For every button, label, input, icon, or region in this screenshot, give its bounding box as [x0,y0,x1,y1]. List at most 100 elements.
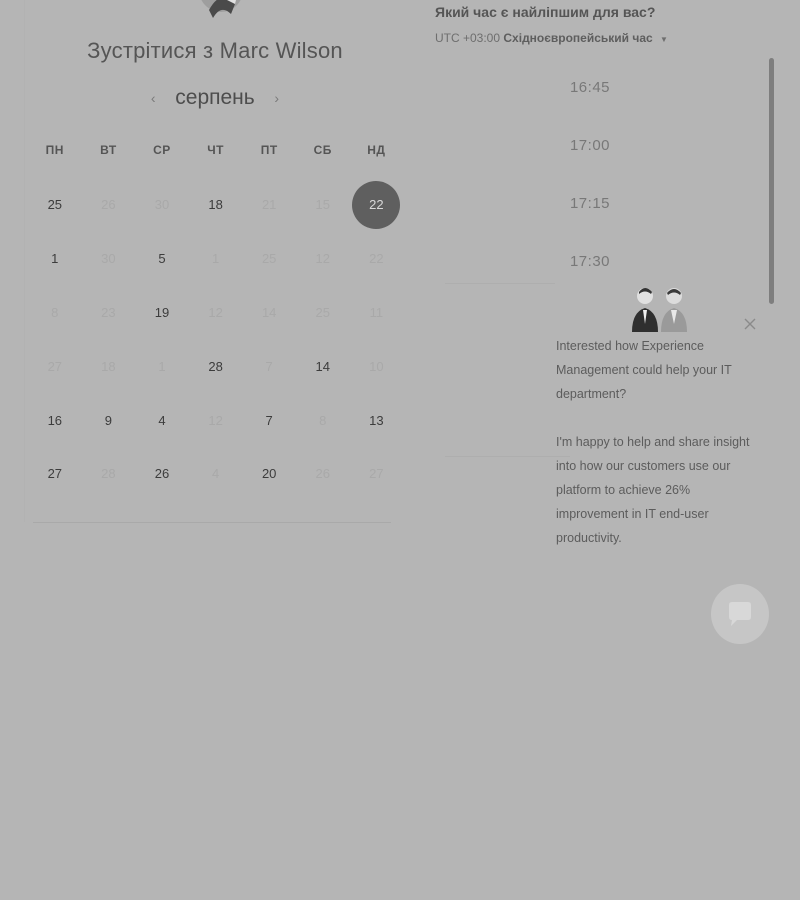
timezone-selector[interactable]: UTC +03:00 Східноєвропейський час ▼ [435,31,668,45]
month-label: серпень [175,86,255,109]
calendar-day: 27 [28,339,82,393]
host-avatar [201,0,241,18]
timezone-offset: UTC +03:00 [435,31,501,45]
calendar-day-selected[interactable]: 22 [350,178,404,232]
day-number: 15 [315,197,330,213]
calendar-day: 18 [82,339,136,393]
prev-month-icon[interactable]: ‹ [143,90,163,106]
day-number: 22 [352,180,401,229]
day-number: 19 [154,304,170,320]
day-number: 26 [154,466,170,482]
day-number: 8 [51,304,59,320]
calendar-day: 11 [350,286,404,340]
calendar-day: 12 [189,286,243,340]
calendar-day: 25 [296,286,350,340]
calendar-day: 21 [242,178,296,232]
chat-paragraph: I'm happy to help and share insight into… [556,435,750,545]
calendar-day: 7 [242,339,296,393]
caret-down-icon: ▼ [660,35,668,44]
calendar-day[interactable]: 7 [242,393,296,447]
weekday-label: СБ [313,143,332,157]
calendar-day: 30 [135,178,189,232]
weekday-label: ПН [45,143,64,157]
day-number: 18 [101,358,116,374]
day-number: 26 [315,466,330,482]
calendar-day[interactable]: 4 [135,393,189,447]
day-number: 1 [51,251,59,267]
calendar-day: 26 [82,178,136,232]
day-number: 20 [261,466,277,482]
day-number: 8 [319,412,327,428]
calendar-day: 28 [82,447,136,501]
time-slot[interactable]: 16:45 [445,58,735,116]
calendar-day: 27 [350,447,404,501]
calendar-day: 15 [296,178,350,232]
calendar-day[interactable]: 27 [28,447,82,501]
day-number: 12 [315,251,330,267]
chat-message: Interested how Experience Management cou… [556,334,761,550]
day-number: 4 [158,412,166,428]
weekday-header: ПН ВТ СР ЧТ ПТ СБ НД [28,143,403,157]
close-icon[interactable] [742,316,758,332]
day-number: 27 [47,358,63,374]
chat-launcher-button[interactable] [711,584,769,644]
day-number: 25 [261,251,277,267]
calendar-day[interactable]: 25 [28,178,82,232]
day-number: 22 [369,251,384,267]
weekday-label: НД [367,143,386,157]
calendar-day: 22 [350,232,404,286]
day-number: 26 [101,197,116,213]
calendar-day[interactable]: 13 [350,393,404,447]
weekday-label: СР [153,143,171,157]
calendar-grid: 25 26 30 18 21 15 22 1 30 5 1 25 12 22 8 23 19 12 14 25 11 27… [28,178,403,501]
weekday-label: ПТ [260,143,278,157]
calendar-day[interactable]: 19 [135,286,189,340]
day-number: 7 [265,358,273,374]
day-number: 1 [211,251,220,267]
day-number: 25 [47,197,63,213]
calendar-day: 14 [242,286,296,340]
calendar-day[interactable]: 28 [189,339,243,393]
time-slot[interactable]: 17:15 [445,174,735,232]
calendar-day[interactable]: 14 [296,339,350,393]
calendar-day[interactable]: 16 [28,393,82,447]
day-number: 9 [104,412,112,428]
calendar-day: 1 [189,232,243,286]
day-number: 27 [47,466,63,482]
day-number: 30 [101,251,116,267]
page-title: Зустрітися з Marc Wilson [87,38,343,63]
time-list-scrollbar[interactable] [769,58,774,304]
day-number: 5 [158,251,166,267]
day-number: 28 [208,358,223,374]
calendar-day[interactable]: 9 [82,393,136,447]
day-number: 13 [369,412,384,428]
day-number: 1 [158,358,166,374]
weekday-label: ВТ [100,143,117,157]
calendar-day[interactable]: 20 [242,447,296,501]
chat-paragraph: Interested how Experience Management cou… [556,339,732,401]
day-number: 16 [47,412,63,428]
time-question: Який час є найліпшим для вас? [435,4,656,20]
day-number: 4 [211,466,220,482]
next-month-icon[interactable]: › [267,90,287,106]
month-navigation: ‹ серпень › [25,84,405,112]
day-number: 23 [101,304,116,320]
calendar-panel: Зустрітися з Marc Wilson ‹ серпень › ПН В… [25,0,405,523]
time-slot-list: 16:45 17:00 17:15 17:30 [445,58,735,290]
day-number: 25 [315,304,330,320]
day-number: 12 [208,304,223,320]
calendar-day: 8 [296,393,350,447]
day-number: 30 [154,197,170,213]
day-number: 14 [261,304,277,320]
calendar-day: 10 [350,339,404,393]
calendar-day[interactable]: 1 [28,232,82,286]
day-number: 7 [265,412,273,428]
time-slot[interactable]: 17:00 [445,116,735,174]
calendar-day: 25 [242,232,296,286]
calendar-day[interactable]: 5 [135,232,189,286]
day-number: 10 [369,358,384,374]
day-number: 21 [261,197,277,213]
calendar-day[interactable]: 18 [189,178,243,232]
divider [33,522,391,523]
calendar-day[interactable]: 26 [135,447,189,501]
